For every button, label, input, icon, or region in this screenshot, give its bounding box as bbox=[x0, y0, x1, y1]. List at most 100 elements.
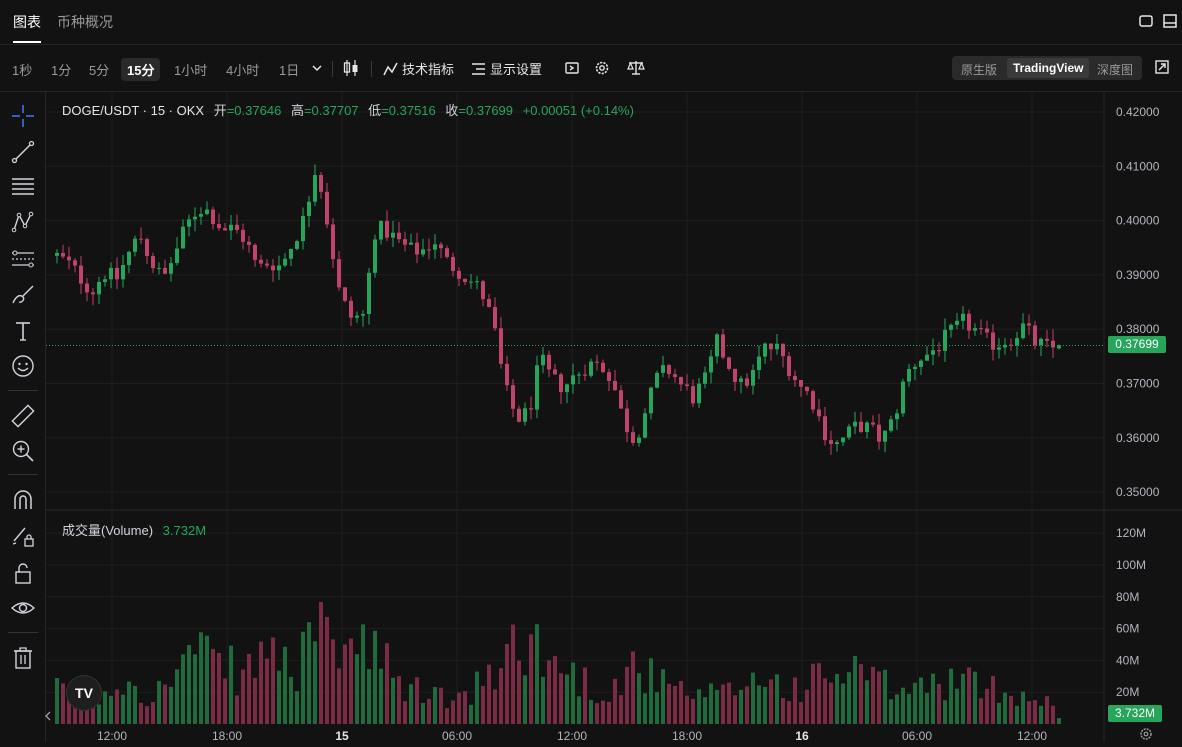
volume-bar bbox=[133, 685, 137, 724]
ruler-icon[interactable] bbox=[11, 404, 35, 428]
volume-bar bbox=[973, 671, 977, 724]
candle-body bbox=[349, 300, 353, 318]
volume-bar bbox=[1021, 691, 1025, 724]
tab-coin-overview[interactable]: 币种概况 bbox=[57, 12, 113, 32]
expand-icon[interactable] bbox=[1155, 60, 1169, 74]
volume-bar bbox=[991, 675, 995, 724]
scale-icon[interactable] bbox=[627, 60, 645, 76]
candle-body bbox=[733, 368, 737, 382]
timeframe-5m[interactable]: 5分 bbox=[89, 58, 109, 81]
candle-body bbox=[619, 390, 623, 409]
candle-body bbox=[901, 381, 905, 414]
volume-bar bbox=[643, 693, 647, 724]
volume-bar bbox=[439, 687, 443, 724]
gear-icon[interactable] bbox=[594, 60, 610, 76]
candle-body bbox=[271, 265, 275, 271]
timeframe-15m[interactable]: 15分 bbox=[121, 58, 161, 81]
trash-icon[interactable] bbox=[11, 646, 35, 670]
volume-bar bbox=[463, 691, 467, 724]
fib-retracement-icon[interactable] bbox=[11, 174, 35, 198]
timeframe-1s[interactable]: 1秒 bbox=[12, 58, 32, 81]
view-mode-depth[interactable]: 深度图 bbox=[1097, 61, 1133, 78]
volume-bar bbox=[631, 651, 635, 724]
timeframe-4h[interactable]: 4小时 bbox=[226, 58, 259, 81]
candle-body bbox=[313, 175, 317, 202]
volume-bar bbox=[733, 695, 737, 724]
low-value: =0.37516 bbox=[381, 103, 436, 118]
candle-body bbox=[337, 259, 341, 288]
volume-bar bbox=[427, 698, 431, 724]
candle-body bbox=[385, 220, 389, 238]
time-tick-label: 15 bbox=[335, 729, 349, 742]
tab-chart[interactable]: 图表 bbox=[13, 12, 41, 32]
volume-bar bbox=[961, 673, 965, 724]
view-mode-native[interactable]: 原生版 bbox=[961, 61, 997, 78]
volume-bar bbox=[1033, 700, 1037, 724]
crosshair-icon[interactable] bbox=[11, 104, 35, 128]
volume-tick-label: 80M bbox=[1116, 590, 1139, 604]
volume-bar bbox=[367, 669, 371, 724]
volume-bar bbox=[157, 680, 161, 724]
replay-icon[interactable] bbox=[564, 60, 580, 76]
candle-body bbox=[307, 201, 311, 216]
pattern-icon[interactable] bbox=[11, 210, 35, 234]
time-tick-label: 06:00 bbox=[442, 729, 472, 742]
volume-bar bbox=[229, 645, 233, 724]
volume-bar bbox=[1027, 701, 1031, 724]
timeframe-1m[interactable]: 1分 bbox=[51, 58, 71, 81]
candle-body bbox=[1045, 338, 1049, 341]
text-icon[interactable] bbox=[11, 319, 35, 343]
volume-bar bbox=[475, 671, 479, 724]
volume-bar bbox=[433, 687, 437, 724]
candle-body bbox=[919, 360, 923, 367]
candle-body bbox=[265, 263, 269, 266]
fullscreen-icon[interactable] bbox=[1163, 14, 1177, 28]
volume-bar bbox=[499, 668, 503, 724]
candle-body bbox=[697, 383, 701, 404]
volume-bar bbox=[331, 639, 335, 724]
volume-bar bbox=[553, 656, 557, 724]
chevron-left-icon[interactable] bbox=[44, 711, 52, 721]
volume-bar bbox=[139, 702, 143, 724]
candle-body bbox=[289, 248, 293, 259]
volume-bar bbox=[1057, 718, 1061, 724]
candle-body bbox=[103, 279, 107, 282]
price-tick-label: 0.36000 bbox=[1116, 431, 1160, 445]
candle-body bbox=[283, 258, 287, 266]
candle-body bbox=[631, 432, 635, 443]
candlestick-type-icon[interactable] bbox=[343, 59, 359, 77]
price-tick-label: 0.40000 bbox=[1116, 214, 1160, 228]
candle-body bbox=[73, 260, 77, 266]
tradingview-logo[interactable]: TV bbox=[66, 675, 102, 711]
candlestick-chart[interactable]: 0.42000 0.41000 0.40000 0.39000 0.38000 0.370… bbox=[46, 92, 1182, 743]
volume-bar bbox=[763, 686, 767, 724]
unlock-icon[interactable] bbox=[11, 561, 35, 585]
volume-bar bbox=[979, 698, 983, 724]
forecast-icon[interactable] bbox=[11, 247, 35, 271]
eye-icon[interactable] bbox=[11, 596, 35, 620]
display-settings-button[interactable]: 显示设置 bbox=[471, 59, 542, 78]
timeframe-1d[interactable]: 1日 bbox=[279, 58, 299, 81]
volume-bar bbox=[1045, 696, 1049, 724]
chevron-down-icon[interactable] bbox=[312, 63, 322, 73]
magnet-icon[interactable] bbox=[11, 488, 35, 512]
chart-area[interactable]: 0.42000 0.41000 0.40000 0.39000 0.38000 0.370… bbox=[46, 92, 1182, 743]
candle-body bbox=[841, 437, 845, 443]
lock-drawings-icon[interactable] bbox=[11, 524, 35, 548]
settings-gear-icon[interactable] bbox=[1139, 727, 1153, 741]
volume-bar bbox=[919, 677, 923, 724]
zoom-in-icon[interactable] bbox=[11, 439, 35, 463]
brush-icon[interactable] bbox=[11, 282, 35, 306]
candle-body bbox=[577, 374, 581, 376]
view-mode-tradingview[interactable]: TradingView bbox=[1007, 58, 1090, 78]
timeframe-1h[interactable]: 1小时 bbox=[174, 58, 207, 81]
candle-body bbox=[1051, 340, 1055, 348]
trend-line-icon[interactable] bbox=[11, 140, 35, 164]
volume-bar bbox=[241, 669, 245, 724]
volume-bar bbox=[445, 708, 449, 724]
emoji-icon[interactable] bbox=[11, 354, 35, 378]
window-icon[interactable] bbox=[1139, 14, 1153, 28]
indicators-button[interactable]: 技术指标 bbox=[383, 59, 454, 78]
candle-body bbox=[163, 267, 167, 274]
candle-body bbox=[739, 378, 743, 382]
